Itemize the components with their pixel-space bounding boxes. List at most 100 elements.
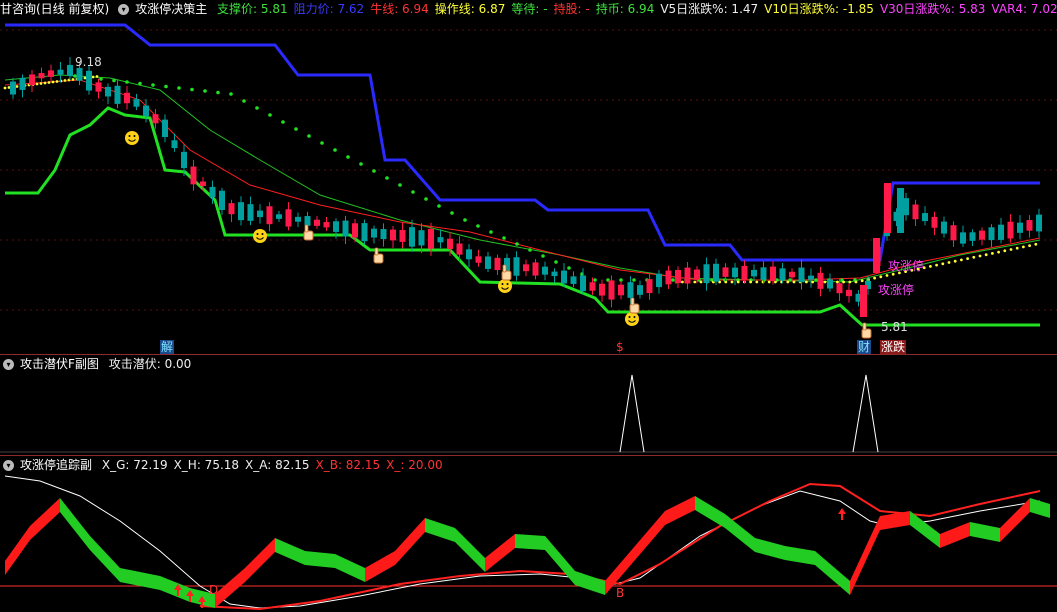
smiley-eye	[633, 316, 636, 318]
green-dot	[541, 254, 545, 258]
yellow-dot	[879, 275, 883, 279]
candle-body	[29, 74, 35, 86]
candle-body	[428, 228, 434, 249]
candle-body	[124, 92, 130, 104]
smiley-eye	[501, 283, 504, 285]
candle-body	[789, 271, 795, 278]
smiley-icon	[125, 131, 139, 145]
candle-body	[808, 275, 814, 280]
candle-body	[675, 269, 681, 284]
candle-body	[219, 190, 225, 211]
green-dot	[242, 99, 246, 103]
ribbon-down-segment	[60, 498, 90, 550]
candle-body	[1026, 220, 1033, 231]
sub-chart-1-panel[interactable]: ▾ 攻击潜伏F副图 攻击潜伏: 0.00	[0, 355, 1057, 455]
candle-body	[361, 223, 368, 242]
candle-body	[95, 82, 102, 92]
sub2-field-0: X_G: 72.19	[101, 458, 168, 472]
yellow-dot	[978, 254, 982, 258]
main-field-0: 支撑价: 5.81	[217, 2, 288, 16]
candle-body	[238, 202, 244, 221]
ribbon-down-segment	[695, 496, 725, 528]
sub-chart-2-canvas	[0, 475, 1057, 611]
pointing-hand-icon	[861, 328, 872, 339]
ribbon-down-segment	[1030, 498, 1050, 518]
green-dot	[125, 80, 129, 84]
yellow-dot	[1034, 242, 1038, 246]
main-field-4: 等待: -	[511, 2, 548, 16]
green-dot	[632, 278, 636, 282]
candle-body	[656, 273, 662, 288]
candle-body	[827, 279, 833, 289]
candle-body	[637, 285, 643, 295]
candle-body	[912, 204, 919, 220]
signal-label-d: D	[209, 583, 219, 597]
yellow-dot	[55, 80, 59, 83]
yellow-dot	[35, 82, 39, 86]
ribbon-up-segment	[850, 516, 880, 595]
main-header: 甘咨询(日线 前复权) ▾ 攻涨停决策主 支撑价: 5.81 阻力价: 7.62 牛线:…	[0, 0, 1057, 18]
sub1-indicator-name[interactable]: 攻击潜伏F副图	[20, 357, 99, 371]
indicator-menu-icon[interactable]: ▾	[3, 460, 14, 471]
sub-chart-2-panel[interactable]: ▾ 攻涨停追踪副 X_G: 72.19 X_H: 75.18 X_A: 82.15 X_…	[0, 456, 1057, 612]
candle-body	[143, 105, 149, 117]
yellow-dot	[941, 262, 945, 266]
up-arrow-icon	[838, 508, 846, 520]
main-indicator-values: 支撑价: 5.81 阻力价: 7.62 牛线: 6.94 操作线: 6.87 等待: -…	[217, 2, 1057, 16]
yellow-dot	[947, 261, 951, 264]
smiley-eye	[256, 233, 259, 235]
candle-body	[836, 283, 843, 294]
yellow-dot	[699, 280, 703, 284]
main-field-3: 操作线: 6.87	[434, 2, 506, 16]
yellow-dot	[991, 252, 994, 255]
yellow-dot	[848, 280, 852, 284]
sub1-indicator-values: 攻击潜伏: 0.00	[109, 357, 198, 371]
candle-body	[741, 265, 748, 280]
indicator-menu-icon[interactable]: ▾	[118, 4, 130, 15]
tag-zhangdie[interactable]: 涨跌	[880, 340, 907, 354]
candle-body	[561, 270, 567, 284]
tag-dollar[interactable]: $	[615, 340, 625, 354]
candle-body	[48, 70, 54, 77]
signal-label-b: B	[616, 586, 625, 600]
ribbon-down-segment	[335, 554, 365, 582]
candle-body	[646, 279, 653, 294]
sub1-field-0: 攻击潜伏: 0.00	[108, 357, 192, 371]
candle-body	[860, 285, 867, 317]
candle-body	[38, 73, 45, 79]
green-dot	[190, 87, 194, 92]
candle-body	[19, 77, 26, 90]
ribbon-down-segment	[755, 538, 785, 560]
main-field-1: 阻力价: 7.62	[293, 2, 365, 16]
yellow-dot	[63, 79, 67, 82]
pointing-hand-icon	[501, 270, 512, 281]
candle-body	[873, 238, 880, 273]
ribbon-up-segment	[30, 498, 60, 540]
candle-body	[105, 86, 111, 97]
yellow-dot	[891, 272, 895, 276]
sub2-field-4: X_: 20.00	[386, 458, 443, 472]
sub2-field-3: X_B: 82.15	[315, 458, 381, 472]
ribbon-up-segment	[940, 522, 970, 548]
candle-body	[703, 264, 710, 284]
ribbon-down-segment	[785, 546, 815, 565]
pointing-hand-icon	[303, 230, 314, 241]
green-dot	[567, 266, 571, 270]
yellow-dot	[972, 255, 976, 259]
indicator-menu-icon[interactable]: ▾	[3, 359, 14, 370]
candle-body	[418, 230, 425, 246]
yellow-dot	[681, 280, 684, 284]
tag-jie[interactable]: 解	[160, 340, 175, 354]
main-indicator-name[interactable]: 攻涨停决策主	[135, 2, 207, 16]
candle-body	[599, 283, 605, 296]
candle-body	[209, 186, 216, 198]
candle-body	[162, 119, 168, 138]
yellow-dot	[83, 76, 87, 80]
candle-body	[152, 114, 159, 124]
sub2-indicator-name[interactable]: 攻涨停追踪副	[20, 458, 92, 472]
main-chart-panel[interactable]: 甘咨询(日线 前复权) ▾ 攻涨停决策主 支撑价: 5.81 阻力价: 7.62 牛线:…	[0, 0, 1057, 354]
tag-cai[interactable]: 财	[857, 340, 872, 354]
candle-body	[532, 262, 539, 276]
candle-body	[770, 266, 776, 282]
candle-body	[618, 284, 624, 296]
